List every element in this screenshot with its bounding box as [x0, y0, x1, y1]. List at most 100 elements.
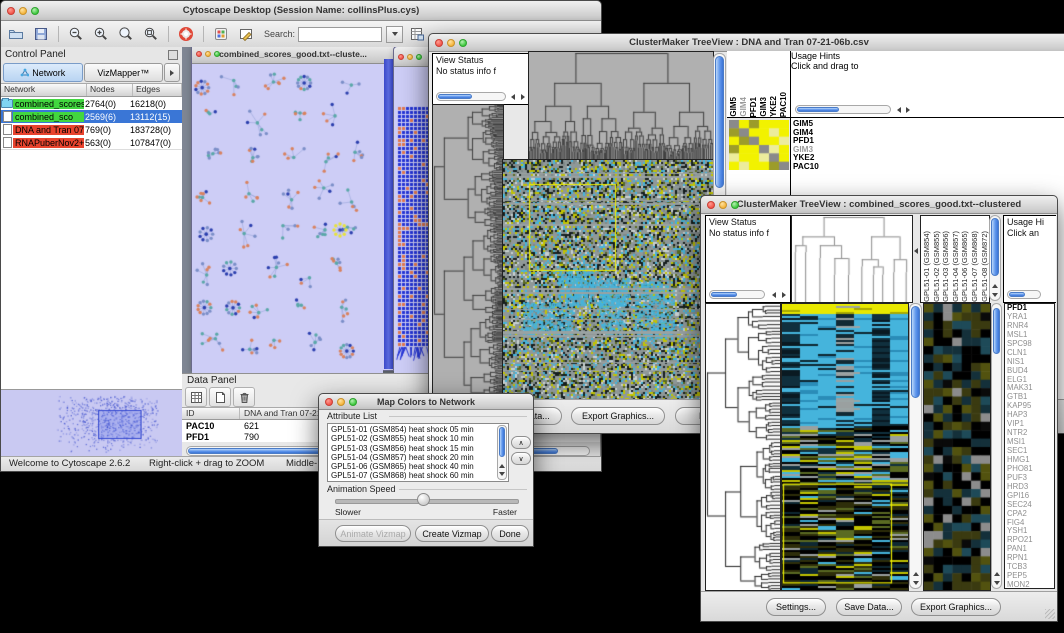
dna-row-label[interactable]: GIM5 [793, 120, 1064, 129]
usage-hints-hscrollbar[interactable] [1007, 290, 1041, 299]
save-icon[interactable] [30, 24, 52, 44]
network-list-row[interactable]: combined_sco2569(6)13112(15) [1, 110, 182, 123]
zoom-selected-icon[interactable] [115, 24, 137, 44]
dna-heatmap-canvas[interactable] [502, 159, 714, 401]
scrollbar-thumb[interactable] [1009, 292, 1025, 297]
tab-overflow-button[interactable] [164, 63, 180, 82]
minimize-button[interactable] [205, 51, 211, 57]
column-header-network[interactable]: Network [1, 84, 87, 96]
view-status-hscrollbar[interactable] [709, 290, 765, 299]
move-up-button[interactable]: ∧ [511, 436, 531, 449]
scroll-down-arrow[interactable] [498, 470, 506, 478]
dna-titlebar[interactable]: ClusterMaker TreeView : DNA and Tran 07-… [429, 34, 1064, 52]
gene-list-vscrollbar[interactable] [991, 303, 1002, 589]
scrollbar-thumb[interactable] [797, 107, 839, 112]
search-dropdown[interactable] [386, 26, 403, 43]
frame-scrollbar[interactable] [384, 59, 393, 369]
combined-column-dendrogram[interactable] [791, 215, 913, 303]
network-list-row[interactable]: combined_scores2764(0)16218(0) [1, 97, 182, 110]
dna-row-dendrogram[interactable] [432, 104, 504, 401]
search-input[interactable] [298, 27, 382, 42]
attribute-list-item[interactable]: GPL51-01 (GSM854) heat shock 05 min [329, 425, 496, 434]
zoom-button[interactable] [731, 201, 739, 209]
scroll-right-arrow[interactable] [519, 92, 527, 101]
annotation-icon[interactable] [235, 24, 257, 44]
dna-row-label[interactable]: GIM4 [793, 129, 1064, 138]
plugin-manager-icon[interactable] [210, 24, 232, 44]
scroll-down-arrow[interactable] [910, 579, 921, 587]
attribute-list-vscrollbar[interactable] [497, 425, 507, 480]
open-file-icon[interactable] [5, 24, 27, 44]
column-header-nodes[interactable]: Nodes [87, 84, 133, 96]
scrollbar-thumb[interactable] [715, 56, 724, 188]
scroll-down-arrow[interactable] [990, 291, 1000, 299]
help-icon[interactable] [175, 24, 197, 44]
close-button[interactable] [196, 51, 202, 57]
delete-attribute-icon[interactable] [233, 387, 255, 407]
dna-row-label[interactable]: PFD1 [793, 137, 1064, 146]
zoom-button[interactable] [31, 7, 39, 15]
select-attributes-icon[interactable] [185, 387, 207, 407]
new-attribute-icon[interactable] [209, 387, 231, 407]
attribute-list-item[interactable]: GPL51-04 (GSM857) heat shock 20 min [329, 453, 496, 462]
minimize-button[interactable] [337, 398, 345, 406]
combined-zoom-heatmap[interactable] [923, 303, 991, 591]
zoom-fit-icon[interactable] [140, 24, 162, 44]
scroll-left-arrow[interactable] [509, 92, 517, 101]
combined-labels-vscrollbar[interactable] [989, 215, 1001, 301]
combined-heatmap-vscrollbar[interactable] [909, 303, 922, 589]
scroll-up-arrow[interactable] [990, 282, 1000, 290]
close-button[interactable] [435, 39, 443, 47]
attribute-list-item[interactable]: GPL51-02 (GSM855) heat shock 10 min [329, 434, 496, 443]
network-frame-titlebar[interactable]: combined_scores_good.txt--cluste... [192, 47, 394, 64]
scroll-left-arrow[interactable] [770, 290, 778, 299]
settings-button[interactable]: Settings... [766, 598, 826, 616]
scrollbar-thumb[interactable] [991, 218, 999, 276]
dialog-titlebar[interactable]: Map Colors to Network [319, 394, 533, 410]
tab-network[interactable]: Network [3, 63, 83, 82]
close-button[interactable] [707, 201, 715, 209]
column-header-id[interactable]: ID [182, 408, 240, 419]
minimize-button[interactable] [19, 7, 27, 15]
combined-titlebar[interactable]: ClusterMaker TreeView : combined_scores_… [701, 196, 1057, 214]
scrollbar-thumb[interactable] [499, 427, 505, 457]
scroll-down-arrow[interactable] [992, 579, 1001, 587]
scroll-left-arrow[interactable] [895, 105, 903, 114]
import-attributes-icon[interactable] [406, 24, 428, 44]
scroll-up-arrow[interactable] [910, 570, 921, 578]
dna-row-label[interactable]: YKE2 [793, 154, 1064, 163]
close-button[interactable] [325, 398, 333, 406]
slider-thumb[interactable] [417, 493, 430, 506]
scroll-right-arrow[interactable] [780, 290, 788, 299]
zoom-out-icon[interactable] [65, 24, 87, 44]
done-button[interactable]: Done [491, 525, 529, 542]
attribute-list-item[interactable]: GPL51-07 (GSM868) heat shock 60 min [329, 471, 496, 480]
scroll-left-arrow[interactable] [912, 246, 920, 255]
export-graphics-button[interactable]: Export Graphics... [911, 598, 1001, 616]
save-data-button[interactable]: Save Data... [836, 598, 902, 616]
minimize-button[interactable] [407, 54, 413, 60]
view-status-hscrollbar[interactable] [436, 92, 506, 101]
tab-vizmapper[interactable]: VizMapper™ [84, 63, 164, 82]
network-list-row[interactable]: RNAPuberNov2+563(0)107847(0) [1, 136, 182, 149]
export-graphics-button[interactable]: Export Graphics... [571, 407, 665, 425]
column-header-edges[interactable]: Edges [133, 84, 182, 96]
attribute-list-item[interactable]: GPL51-03 (GSM856) heat shock 15 min [329, 444, 496, 453]
close-button[interactable] [398, 54, 404, 60]
minimize-button[interactable] [447, 39, 455, 47]
resize-grip[interactable] [1045, 609, 1055, 619]
scroll-up-arrow[interactable] [498, 462, 506, 470]
zoom-button[interactable] [349, 398, 357, 406]
minimize-button[interactable] [719, 201, 727, 209]
scroll-up-arrow[interactable] [992, 570, 1001, 578]
gene-label[interactable]: MON2 [1007, 581, 1054, 589]
scrollbar-thumb[interactable] [711, 292, 737, 297]
network-list-row[interactable]: DNA and Tran 07769(0)183728(0) [1, 123, 182, 136]
move-down-button[interactable]: ∨ [511, 452, 531, 465]
dna-column-dendrogram[interactable] [528, 51, 714, 161]
network-view-canvas[interactable] [192, 64, 383, 374]
attribute-list-item[interactable]: GPL51-06 (GSM865) heat shock 40 min [329, 462, 496, 471]
dna-row-label[interactable]: GIM3 [793, 146, 1064, 155]
close-button[interactable] [7, 7, 15, 15]
combined-row-dendrogram[interactable] [705, 303, 781, 591]
